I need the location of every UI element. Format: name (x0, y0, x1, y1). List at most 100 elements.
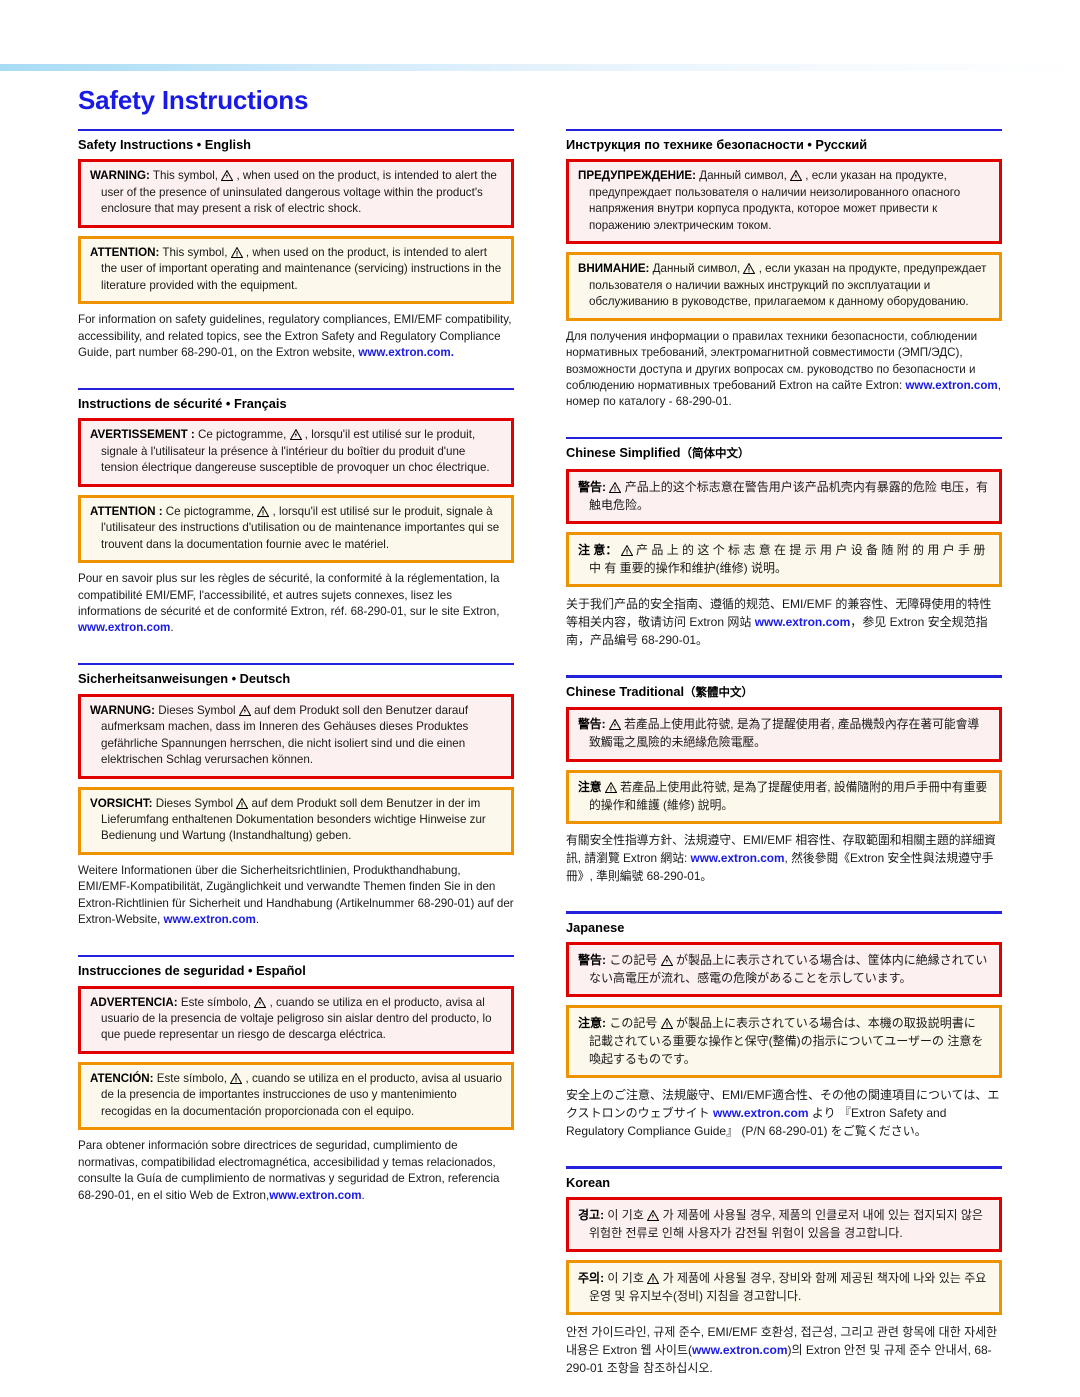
warning-callout-chinese-simplified: 警告: 产品上的这个标志意在警告用户该产品机壳内有暴露的危险 电压，有触电危险。 (566, 469, 1002, 525)
section-rule (78, 128, 514, 132)
left-column: Safety Instructions • English WARNING: T… (78, 128, 514, 1221)
two-column-layout: Safety Instructions • English WARNING: T… (78, 128, 1018, 1393)
warning-text-before-icon: Dieses Symbol (158, 703, 236, 717)
warning-exclamation-triangle-icon (236, 797, 249, 809)
attention-callout-chinese-traditional: 注意 若產品上使用此符號, 是為了提醒使用者, 設備隨附的用戶手冊中有重要的操作… (566, 769, 1002, 825)
warning-label: ADVERTENCIA: (90, 995, 178, 1009)
extron-website-link[interactable]: www.extron.com (713, 1106, 809, 1120)
warning-exclamation-triangle-icon (660, 1018, 673, 1030)
section-japanese: Japanese 警告: この記号 が製品上に表示されている場合は、筐体内に絶縁… (566, 911, 1002, 1140)
body-paragraph-chinese-simplified: 关于我们产品的安全指南、遵循的规范、EMI/EMF 的兼容性、无障碍使用的特性等… (566, 595, 1002, 649)
attention-text-after-icon: 若產品上使用此符號, 是為了提醒使用者, 設備隨附的用戶手冊中有重要的操作和維護… (589, 779, 988, 812)
warning-text-after-icon: auf dem Produkt soll den Benutzer darauf… (101, 703, 469, 767)
section-rule (566, 436, 1002, 440)
attention-callout-korean: 주의: 이 기호 가 제품에 사용될 경우, 장비와 함께 제공된 책자에 나와… (566, 1259, 1002, 1315)
body-text-tail: . (255, 913, 260, 927)
warning-lightning-triangle-icon (608, 719, 621, 731)
warning-label: 경고: (578, 1207, 605, 1222)
extron-website-link[interactable]: www.extron.com (269, 1189, 361, 1202)
warning-lightning-triangle-icon (647, 1209, 660, 1221)
attention-text-after-icon: 产 品 上 的 这 个 标 志 意 在 提 示 用 户 设 备 随 附 的 用 … (589, 543, 986, 576)
section-rule (78, 662, 514, 666)
extron-website-link[interactable]: www.extron.com (78, 621, 170, 634)
section-rule (566, 911, 1002, 914)
warning-exclamation-triangle-icon (604, 781, 617, 793)
body-text: Pour en savoir plus sur les règles de sé… (78, 572, 500, 618)
warning-label: WARNING: (90, 169, 150, 183)
warning-callout-spanish: ADVERTENCIA: Este símbolo, , cuando se u… (78, 985, 514, 1054)
warning-exclamation-triangle-icon (743, 263, 756, 275)
heading-native-label: （简体中文） (680, 448, 750, 461)
attention-label: ATTENTION : (90, 504, 163, 518)
section-chinese-traditional: Chinese Traditional（繁體中文） 警告: 若產品上使用此符號,… (566, 675, 1002, 885)
body-paragraph-korean: 안전 가이드라인, 규제 준수, EMI/EMF 호환성, 접근성, 그리고 관… (566, 1323, 1002, 1377)
warning-lightning-triangle-icon (238, 704, 251, 716)
body-paragraph-russian: Для получения информации о правилах техн… (566, 329, 1002, 411)
body-paragraph-japanese: 安全上のご注意、法規厳守、EMI/EMF適合性、その他の関連項目については、エク… (566, 1086, 1002, 1140)
section-rule (78, 954, 514, 958)
extron-website-link[interactable]: www.extron.com. (358, 346, 454, 359)
warning-lightning-triangle-icon (660, 955, 673, 967)
warning-exclamation-triangle-icon (647, 1272, 660, 1284)
section-heading-french: Instructions de sécurité • Français (78, 396, 287, 412)
warning-text-before-icon: This symbol, (152, 169, 218, 183)
section-russian: Инструкция по технике безопасности • Рус… (566, 128, 1002, 411)
warning-text-before-icon: Este símbolo, (180, 995, 252, 1009)
attention-callout-german: VORSICHT: Dieses Symbol auf dem Produkt … (78, 786, 514, 855)
attention-label: ATENCIÓN: (90, 1071, 154, 1085)
section-chinese-simplified: Chinese Simplified（简体中文） 警告: 产品上的这个标志意在警… (566, 436, 1002, 649)
body-text-tail: . (170, 621, 174, 635)
body-paragraph-chinese-traditional: 有關安全性指導方針、法規遵守、EMI/EMF 相容性、存取範圍和相關主題的詳細資… (566, 832, 1002, 885)
warning-exclamation-triangle-icon (230, 1072, 243, 1084)
attention-text-before-icon: Данный символ, (652, 262, 741, 276)
warning-text-before-icon: 이 기호 (607, 1207, 644, 1222)
attention-text-before-icon: Dieses Symbol (155, 796, 234, 810)
page-title: Safety Instructions (78, 85, 309, 115)
warning-label: ПРЕДУПРЕЖДЕНИЕ: (578, 169, 696, 183)
body-text-tail: . (361, 1188, 365, 1202)
section-heading-korean: Korean (566, 1174, 611, 1190)
section-german: Sicherheitsanweisungen • Deutsch WARNUNG… (78, 662, 514, 929)
section-heading-russian: Инструкция по технике безопасности • Рус… (566, 137, 868, 153)
warning-text-after-icon: 若產品上使用此符號, 是為了提醒使用者, 產品機殼內存在著可能會導致觸電之風險的… (589, 717, 980, 750)
attention-label: ATTENTION: (90, 245, 160, 259)
extron-website-link[interactable]: www.extron.com (755, 615, 851, 629)
section-english: Safety Instructions • English WARNING: T… (78, 128, 514, 362)
warning-label: 警告: (578, 717, 606, 732)
section-heading-german: Sicherheitsanweisungen • Deutsch (78, 671, 291, 687)
warning-callout-german: WARNUNG: Dieses Symbol auf dem Produkt s… (78, 693, 514, 779)
section-heading-chinese-traditional: Chinese Traditional（繁體中文） (566, 684, 1002, 701)
extron-website-link[interactable]: www.extron.com (692, 1343, 788, 1357)
warning-callout-french: AVERTISSEMENT : Ce pictogramme, , lorsqu… (78, 418, 514, 487)
attention-callout-chinese-simplified: 注 意： 产 品 上 的 这 个 标 志 意 在 提 示 用 户 设 备 随 附… (566, 532, 1002, 588)
attention-label: 注 意： (578, 543, 618, 558)
attention-label: 注意 (578, 779, 602, 794)
section-heading-japanese: Japanese (566, 919, 625, 935)
section-rule (566, 128, 1002, 132)
attention-callout-russian: ВНИМАНИЕ: Данный символ, , если указан н… (566, 252, 1002, 321)
body-paragraph-french: Pour en savoir plus sur les règles de sé… (78, 571, 514, 637)
extron-website-link[interactable]: www.extron.com (163, 913, 255, 926)
section-rule (566, 1166, 1002, 1169)
warning-text-before-icon: Данный символ, (699, 169, 787, 183)
warning-callout-japanese: 警告: この記号 が製品上に表示されている場合は、筐体内に絶縁されていない高電圧… (566, 942, 1002, 998)
extron-website-link[interactable]: www.extron.com (905, 379, 997, 392)
section-spanish: Instrucciones de seguridad • Español ADV… (78, 954, 514, 1204)
attention-text-after-icon: , если указан на продукте, предупреждает… (589, 262, 987, 309)
attention-label: ВНИМАНИЕ: (578, 262, 650, 276)
warning-label: 警告: (578, 480, 606, 495)
attention-callout-french: ATTENTION : Ce pictogramme, , lorsqu'il … (78, 494, 514, 564)
attention-callout-english: ATTENTION: This symbol, , when used on t… (78, 235, 514, 305)
extron-website-link[interactable]: www.extron.com (691, 851, 785, 865)
warning-text-before-icon: Ce pictogramme, (198, 428, 287, 442)
attention-label: 주의: (578, 1270, 605, 1285)
warning-callout-russian: ПРЕДУПРЕЖДЕНИЕ: Данный символ, , если ук… (566, 159, 1002, 245)
warning-lightning-triangle-icon (254, 996, 267, 1008)
warning-callout-chinese-traditional: 警告: 若產品上使用此符號, 是為了提醒使用者, 產品機殼內存在著可能會導致觸電… (566, 707, 1002, 762)
warning-exclamation-triangle-icon (230, 246, 243, 258)
